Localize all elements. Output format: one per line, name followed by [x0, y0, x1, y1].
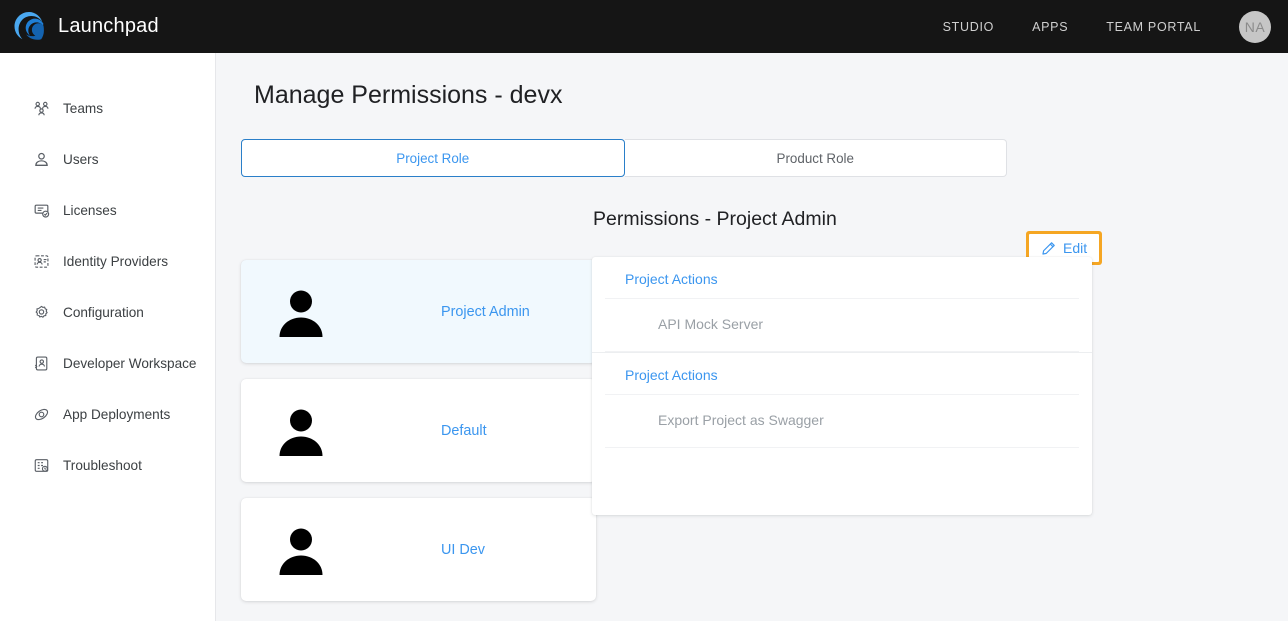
- role-card-label: Project Admin: [441, 304, 530, 320]
- permissions-heading: Permissions - Project Admin: [593, 208, 837, 231]
- person-icon: [273, 522, 329, 578]
- sidebar-item-label: Identity Providers: [63, 254, 168, 269]
- sidebar-item-label: Troubleshoot: [63, 458, 142, 473]
- sidebar-item-label: Users: [63, 152, 99, 167]
- sidebar-item-label: Developer Workspace: [63, 356, 196, 371]
- troubleshoot-icon: [33, 457, 50, 474]
- role-card-label: Default: [441, 423, 487, 439]
- top-bar: Launchpad STUDIO APPS TEAM PORTAL NA: [0, 0, 1288, 53]
- person-icon: [273, 284, 329, 340]
- role-card-ui-dev[interactable]: UI Dev: [241, 498, 596, 601]
- brand-name: Launchpad: [58, 15, 159, 38]
- main-content: Manage Permissions - devx Project Role P…: [216, 53, 1288, 621]
- sidebar-item-label: Configuration: [63, 305, 144, 320]
- sidebar-item-troubleshoot[interactable]: Troubleshoot: [0, 448, 215, 482]
- sidebar-item-developer-workspace[interactable]: Developer Workspace: [0, 346, 215, 380]
- role-card-label: UI Dev: [441, 542, 485, 558]
- brand[interactable]: Launchpad: [0, 10, 159, 44]
- sidebar-item-label: App Deployments: [63, 407, 170, 422]
- permission-section: Project Actions API Mock Server: [592, 257, 1092, 352]
- tab-label: Product Role: [777, 151, 854, 166]
- sidebar-item-teams[interactable]: Teams: [0, 91, 215, 125]
- page-title: Manage Permissions - devx: [254, 81, 562, 110]
- licenses-icon: [33, 202, 50, 219]
- role-type-tabs: Project Role Product Role: [241, 139, 1007, 177]
- sidebar-item-licenses[interactable]: Licenses: [0, 193, 215, 227]
- developer-workspace-icon: [33, 355, 50, 372]
- sidebar-item-app-deployments[interactable]: App Deployments: [0, 397, 215, 431]
- permission-section: Project Actions Export Project as Swagge…: [592, 352, 1092, 448]
- identity-providers-icon: [33, 253, 50, 270]
- tab-product-role[interactable]: Product Role: [625, 139, 1008, 177]
- configuration-icon: [33, 304, 50, 321]
- sidebar-item-users[interactable]: Users: [0, 142, 215, 176]
- avatar[interactable]: NA: [1239, 11, 1271, 43]
- sidebar-item-configuration[interactable]: Configuration: [0, 295, 215, 329]
- sidebar-item-label: Licenses: [63, 203, 117, 218]
- role-card-default[interactable]: Default: [241, 379, 596, 482]
- nav-link-studio[interactable]: STUDIO: [943, 20, 994, 34]
- permission-item[interactable]: API Mock Server: [605, 298, 1079, 352]
- permission-section-title: Project Actions: [605, 353, 1079, 394]
- edit-button-label: Edit: [1063, 240, 1087, 256]
- pencil-icon: [1041, 241, 1056, 256]
- tab-label: Project Role: [396, 151, 469, 166]
- nav-link-team-portal[interactable]: TEAM PORTAL: [1106, 20, 1201, 34]
- role-card-list: Project Admin Default: [241, 260, 596, 617]
- teams-icon: [33, 100, 50, 117]
- role-card-project-admin[interactable]: Project Admin: [241, 260, 596, 363]
- permission-item[interactable]: Export Project as Swagger: [605, 394, 1079, 448]
- sidebar-item-identity-providers[interactable]: Identity Providers: [0, 244, 215, 278]
- permissions-panel: Project Actions API Mock Server Project …: [592, 257, 1092, 515]
- tab-project-role[interactable]: Project Role: [241, 139, 625, 177]
- sidebar-item-label: Teams: [63, 101, 103, 116]
- app-root: Launchpad STUDIO APPS TEAM PORTAL NA Tea…: [0, 0, 1288, 621]
- nav-link-apps[interactable]: APPS: [1032, 20, 1068, 34]
- person-icon: [273, 403, 329, 459]
- permission-section-title: Project Actions: [605, 257, 1079, 298]
- app-deployments-icon: [33, 406, 50, 423]
- sidebar: Teams Users Licenses: [0, 53, 216, 621]
- wave-logo-icon: [12, 10, 46, 44]
- top-nav: STUDIO APPS TEAM PORTAL NA: [943, 11, 1288, 43]
- users-icon: [33, 151, 50, 168]
